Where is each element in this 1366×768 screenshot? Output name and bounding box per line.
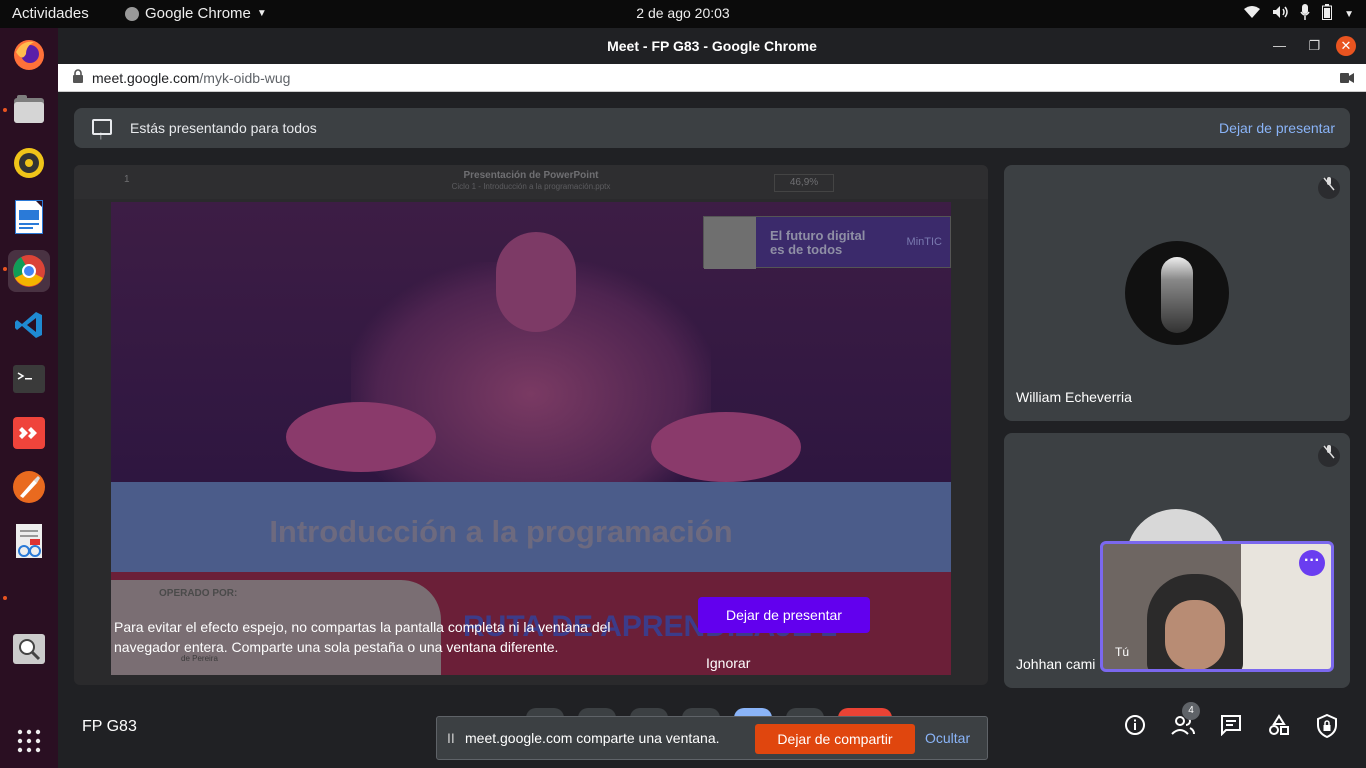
microphone-icon [1300, 4, 1310, 24]
address-bar[interactable]: meet.google.com/myk-oidb-wug [58, 64, 1366, 92]
wifi-icon [1244, 5, 1261, 23]
colombia-emblem-icon [704, 217, 756, 269]
stop-presenting-button[interactable]: Dejar de presentar [698, 597, 870, 633]
terminal-icon[interactable] [8, 358, 50, 400]
app-grid-icon[interactable] [8, 720, 50, 762]
slide-character-head [496, 232, 576, 332]
participant-name: Johhan cami [1016, 656, 1096, 672]
system-top-bar: Actividades Google Chrome ▼ 2 de ago 20:… [0, 0, 1366, 28]
presenting-text: Estás presentando para todos [130, 120, 317, 136]
slide-character-hand-left [286, 402, 436, 472]
magnifier-icon[interactable] [8, 628, 50, 670]
avatar [1125, 241, 1229, 345]
system-menu-chevron-icon: ▼ [1344, 8, 1354, 20]
url-path: /myk-oidb-wug [199, 70, 291, 86]
chrome-icon[interactable] [8, 250, 50, 292]
screen-share-notification: II meet.google.com comparte una ventana.… [436, 716, 988, 760]
mic-off-icon [1318, 177, 1340, 199]
drag-handle-icon[interactable]: II [447, 730, 455, 746]
close-icon[interactable]: ✕ [1336, 36, 1356, 56]
self-view-face [1165, 600, 1225, 669]
files-icon[interactable] [8, 88, 50, 130]
people-button[interactable]: 4 [1170, 702, 1200, 740]
participant-name: William Echeverria [1016, 389, 1132, 405]
mintic-logo: El futuro digital es de todos MinTIC [703, 216, 951, 269]
logo-brand: MinTIC [906, 236, 942, 248]
host-controls-button[interactable] [1314, 713, 1340, 740]
chat-button[interactable] [1218, 714, 1244, 740]
shield-lock-icon [1317, 713, 1337, 739]
self-view-tile[interactable]: Tú ··· [1100, 541, 1334, 672]
avatar-figure [1161, 257, 1193, 333]
writer-icon[interactable] [8, 196, 50, 238]
battery-icon [1322, 4, 1333, 24]
present-to-all-icon [92, 115, 112, 155]
meeting-name: FP G83 [82, 718, 137, 735]
mic-off-icon [1318, 445, 1340, 467]
logo-slogan: El futuro digital es de todos [770, 228, 866, 257]
more-options-icon[interactable]: ··· [1299, 550, 1325, 576]
hide-button[interactable]: Ocultar [925, 730, 970, 746]
slide-character-hand-right [651, 412, 801, 482]
document-viewer-icon[interactable] [8, 520, 50, 562]
system-tray[interactable]: ▼ [1244, 4, 1354, 24]
shapes-icon [1269, 714, 1289, 735]
participant-tile[interactable]: William Echeverria [1004, 165, 1350, 421]
minimize-icon[interactable]: — [1273, 36, 1286, 56]
ppt-subtitle: Ciclo 1 - Introducción a la programación… [451, 182, 611, 191]
stop-presenting-link[interactable]: Dejar de presentar [1219, 108, 1335, 148]
clock[interactable]: 2 de ago 20:03 [0, 5, 1366, 21]
lock-icon[interactable] [72, 64, 84, 92]
rhythmbox-icon[interactable] [8, 142, 50, 184]
meet-app: Estás presentando para todos Dejar de pr… [58, 92, 1366, 768]
window-titlebar[interactable]: Meet - FP G83 - Google Chrome — ❐ ✕ [58, 28, 1366, 64]
volume-icon [1272, 5, 1288, 23]
zoom-level: 46,9% [774, 174, 834, 192]
stop-sharing-button[interactable]: Dejar de compartir [755, 724, 915, 754]
meeting-details-button[interactable] [1122, 714, 1148, 740]
chat-icon [1221, 715, 1241, 737]
restore-icon[interactable]: ❐ [1308, 36, 1320, 56]
window-title: Meet - FP G83 - Google Chrome [607, 38, 817, 54]
self-view-label: Tú [1115, 645, 1130, 659]
activities-button[interactable] [1266, 714, 1292, 740]
url-text[interactable]: meet.google.com/myk-oidb-wug [92, 64, 290, 92]
camera-in-use-icon[interactable] [1340, 64, 1354, 92]
vscode-icon[interactable] [8, 304, 50, 346]
presenting-banner: Estás presentando para todos Dejar de pr… [74, 108, 1350, 155]
ignore-link[interactable]: Ignorar [706, 655, 750, 671]
firefox-icon[interactable] [8, 34, 50, 76]
people-count-badge: 4 [1182, 702, 1200, 720]
mirror-warning-message: Para evitar el efecto espejo, no compart… [114, 619, 611, 655]
slide-operado-label: OPERADO POR: [159, 588, 238, 599]
share-message: meet.google.com comparte una ventana. [465, 730, 720, 746]
dock [0, 28, 58, 768]
presentation-tile: 1 Presentación de PowerPoint Ciclo 1 - I… [74, 165, 988, 685]
ppt-title: Presentación de PowerPoint [463, 170, 599, 181]
anydesk-icon[interactable] [8, 412, 50, 454]
inkscape-icon[interactable] [8, 466, 50, 508]
url-domain: meet.google.com [92, 70, 200, 86]
slide-headline: Introducción a la programación [269, 514, 733, 549]
info-icon [1125, 715, 1145, 735]
powerpoint-toolbar: 1 Presentación de PowerPoint Ciclo 1 - I… [74, 165, 988, 199]
meeting-side-controls: 4 [1122, 702, 1340, 740]
